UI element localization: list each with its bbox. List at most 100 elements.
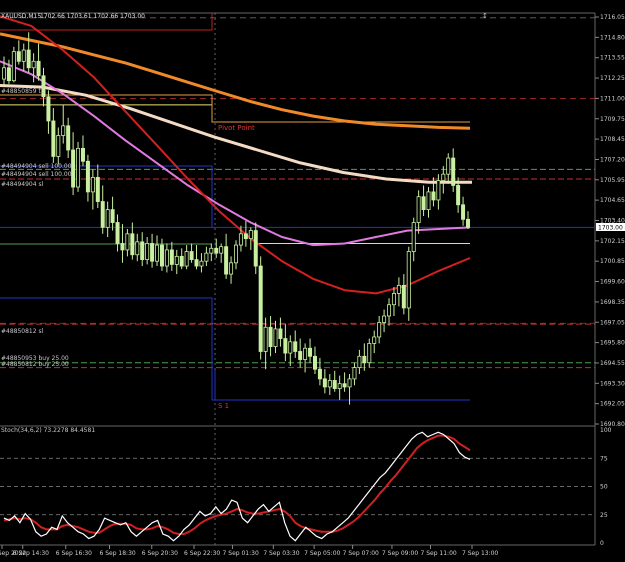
candle-body-up bbox=[219, 246, 224, 254]
candle-body-up bbox=[347, 378, 352, 388]
candle-body-up bbox=[327, 380, 332, 388]
candle-body-up bbox=[125, 233, 130, 251]
candle-body-up bbox=[56, 135, 61, 157]
candle-body-down bbox=[71, 149, 76, 188]
sell-label-1: #48494904 sell 100.00 bbox=[1, 163, 72, 170]
candle-body-down bbox=[298, 351, 303, 360]
candle-body-up bbox=[155, 244, 160, 262]
candle-body-up bbox=[367, 343, 372, 364]
candle-body-down bbox=[332, 380, 337, 389]
time-axis-label: 6 Sep 14:30 bbox=[13, 550, 49, 557]
time-axis-label: 7 Sep 13:00 bbox=[462, 550, 498, 557]
candle-body-down bbox=[110, 209, 115, 223]
price-axis-label: 1698.35 bbox=[600, 299, 625, 306]
candle-body-down bbox=[189, 251, 194, 260]
candle-body-up bbox=[11, 51, 16, 82]
candle-body-up bbox=[288, 341, 293, 354]
candle-body-down bbox=[362, 355, 367, 364]
candle-body-down bbox=[461, 204, 466, 220]
candle-body-down bbox=[100, 201, 105, 228]
price-axis-label: 1709.75 bbox=[600, 116, 625, 123]
candle-body-down bbox=[283, 338, 288, 354]
price-axis-label: 1694.55 bbox=[600, 360, 625, 367]
stochastic-label: Stoch(34,6,2) 73.2278 84.4581 bbox=[1, 427, 95, 434]
candle-body-up bbox=[76, 147, 81, 188]
candle-body-down bbox=[169, 249, 174, 265]
candle-body-down bbox=[465, 218, 470, 228]
time-axis-label: 7 Sep 01:30 bbox=[223, 550, 259, 557]
candle-body-down bbox=[243, 233, 248, 240]
stoch-axis-label: 25 bbox=[600, 512, 608, 519]
time-axis-label: 7 Sep 11:00 bbox=[420, 550, 456, 557]
candle-body-up bbox=[135, 241, 140, 256]
price-axis-label: 1695.80 bbox=[600, 340, 625, 347]
candle-body-up bbox=[406, 251, 411, 309]
chart-title: XAUUSD,M15 bbox=[1, 13, 41, 20]
candle-body-up bbox=[372, 336, 377, 344]
candle-body-down bbox=[51, 120, 56, 157]
candle-body-down bbox=[451, 157, 456, 186]
time-axis-label: 7 Sep 05:00 bbox=[304, 550, 340, 557]
candle-body-up bbox=[248, 230, 253, 240]
candle-body-down bbox=[115, 222, 120, 244]
candle-body-down bbox=[6, 67, 11, 82]
candle-body-up bbox=[174, 255, 179, 265]
candle-body-down bbox=[322, 378, 327, 388]
candle-body-down bbox=[179, 255, 184, 267]
stoch-axis-label: 50 bbox=[600, 484, 608, 491]
candle-body-down bbox=[140, 241, 145, 260]
candle-body-up bbox=[145, 243, 150, 260]
price-axis-label: 1716.05 bbox=[600, 14, 625, 21]
price-axis-label: 1713.55 bbox=[600, 55, 625, 62]
candle-body-down bbox=[85, 160, 90, 193]
price-axis[interactable]: 1716.05 1714.80 1713.55 1712.25 1711.00 1709.… bbox=[595, 14, 625, 428]
candle-body-down bbox=[421, 196, 426, 211]
sl-label: #48850812 sl bbox=[1, 328, 44, 335]
candle-body-down bbox=[278, 328, 283, 339]
candle-body-up bbox=[303, 347, 308, 360]
candle-body-up bbox=[184, 251, 189, 267]
candle-body-up bbox=[357, 355, 362, 368]
time-axis-label: 6 Sep 22:30 bbox=[184, 550, 220, 557]
candle-body-down bbox=[26, 49, 31, 69]
candle-body-up bbox=[31, 60, 36, 69]
candle-body-up bbox=[263, 326, 268, 352]
candle-body-down bbox=[159, 244, 164, 267]
price-axis-label: 1711.00 bbox=[600, 95, 625, 102]
candle-body-down bbox=[253, 230, 258, 267]
candle-body-down bbox=[95, 176, 100, 202]
candle-body-up bbox=[382, 315, 387, 323]
candle-body-up bbox=[337, 383, 342, 389]
tp-label: #48850859 tp bbox=[1, 88, 45, 95]
price-axis-label: 1708.45 bbox=[600, 136, 625, 143]
pivot-label: Pivot Point bbox=[218, 124, 255, 132]
candle-body-down bbox=[66, 125, 71, 151]
candle-body-down bbox=[80, 147, 85, 162]
candle-body-up bbox=[387, 304, 392, 317]
candle-body-down bbox=[36, 60, 41, 77]
candle-body-up bbox=[90, 176, 95, 193]
chart-background bbox=[0, 0, 625, 562]
price-axis-label: 1704.65 bbox=[600, 197, 625, 204]
time-axis-label: 7 Sep 09:00 bbox=[382, 550, 418, 557]
candle-body-up bbox=[105, 209, 110, 228]
candle-body-up bbox=[21, 49, 26, 62]
candle-body-down bbox=[214, 247, 219, 254]
candle-body-up bbox=[441, 173, 446, 182]
price-axis-label: 1693.30 bbox=[600, 380, 625, 387]
stoch-axis-label: 0 bbox=[600, 540, 604, 547]
price-axis-label: 1700.85 bbox=[600, 258, 625, 265]
candle-body-down bbox=[342, 383, 347, 388]
scroll-to-end-icon[interactable]: ↕ bbox=[482, 12, 488, 20]
candle-body-up bbox=[446, 157, 451, 175]
candle-body-up bbox=[199, 260, 204, 267]
price-axis-label: 1705.95 bbox=[600, 177, 625, 184]
chart-window[interactable]: XAUUSD,M15 1702.66 1703.61 1702.66 1703.… bbox=[0, 0, 625, 562]
stoch-axis-label: 100 bbox=[600, 427, 612, 434]
candle-body-up bbox=[352, 367, 357, 380]
candle-body-down bbox=[401, 284, 406, 309]
candle-body-down bbox=[16, 51, 21, 62]
candle-body-up bbox=[411, 222, 416, 252]
candle-body-down bbox=[312, 355, 317, 370]
candle-body-down bbox=[130, 233, 135, 256]
